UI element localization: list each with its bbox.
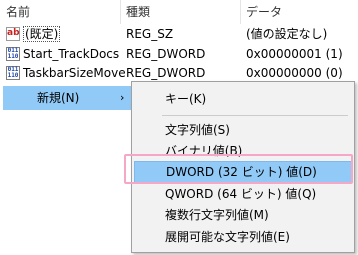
submenu-item-string-value[interactable]: 文字列値(S) — [134, 119, 352, 141]
submenu-item-expandable-string-value[interactable]: 展開可能な文字列値(E) — [134, 226, 352, 248]
menu-separator — [162, 115, 348, 116]
column-header-row: 名前 種類 データ — [0, 0, 358, 24]
value-name: Start_TrackDocs — [23, 47, 120, 61]
registry-value-row[interactable]: ab (既定) REG_SZ (値の設定なし) — [0, 24, 358, 44]
value-type: REG_SZ — [126, 27, 174, 41]
binary-value-icon: 011 110 — [6, 66, 20, 80]
context-menu-new[interactable]: 新規(N) › — [3, 86, 134, 110]
submenu-item-multi-string-value[interactable]: 複数行文字列値(M) — [134, 204, 352, 226]
submenu-item-key[interactable]: キー(K) — [134, 88, 352, 110]
value-name-text: (既定) — [23, 26, 61, 42]
annotation-highlight-box — [124, 154, 353, 184]
submenu-item-label: 文字列値(S) — [165, 123, 230, 137]
submenu-item-label: QWORD (64 ビット) 値(Q) — [165, 187, 317, 201]
value-data: 0x00000001 (1) — [246, 47, 343, 61]
submenu-item-label: 複数行文字列値(M) — [165, 208, 269, 222]
submenu-item-label: キー(K) — [165, 92, 207, 106]
chevron-right-icon: › — [120, 91, 125, 104]
value-name: (既定) — [23, 24, 61, 44]
value-type: REG_DWORD — [126, 66, 206, 80]
registry-value-row[interactable]: 011 110 Start_TrackDocs REG_DWORD 0x0000… — [0, 44, 358, 64]
value-type: REG_DWORD — [126, 47, 206, 61]
column-header-type[interactable]: 種類 — [120, 0, 240, 24]
submenu-item-qword-value[interactable]: QWORD (64 ビット) 値(Q) — [134, 183, 352, 205]
string-value-icon: ab — [6, 27, 20, 41]
column-header-name[interactable]: 名前 — [0, 0, 120, 24]
registry-value-row[interactable]: 011 110 TaskbarSizeMove REG_DWORD 0x0000… — [0, 63, 358, 83]
value-data: (値の設定なし) — [246, 27, 328, 41]
binary-value-icon: 011 110 — [6, 47, 20, 61]
context-menu-new-label: 新規(N) — [37, 91, 80, 105]
submenu-item-label: 展開可能な文字列値(E) — [165, 230, 290, 244]
value-name: TaskbarSizeMove — [23, 66, 126, 80]
value-data: 0x00000000 (0) — [246, 66, 343, 80]
column-header-data[interactable]: データ — [240, 0, 358, 24]
